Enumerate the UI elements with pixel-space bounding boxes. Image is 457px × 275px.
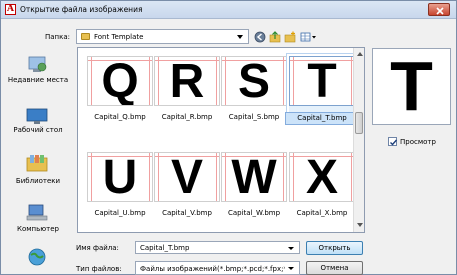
- file-thumbnail: S: [221, 56, 287, 106]
- file-thumbnail: T: [289, 56, 355, 106]
- network-icon: [28, 248, 46, 266]
- file-list[interactable]: Q Capital_Q.bmp R Capital_R.bmp S Capita…: [77, 47, 365, 233]
- places-bar: Недавние места Рабочий стол Библиотеки К…: [5, 48, 71, 270]
- computer-icon: [26, 204, 48, 221]
- up-folder-icon[interactable]: [269, 31, 281, 43]
- file-tile[interactable]: W Capital_W.bmp: [221, 152, 287, 218]
- close-button[interactable]: [428, 3, 450, 16]
- thumbnail-letter: V: [170, 152, 203, 202]
- open-button[interactable]: Открыть: [306, 241, 363, 255]
- file-name: Capital_U.bmp: [94, 209, 146, 217]
- file-tile[interactable]: V Capital_V.bmp: [154, 152, 220, 218]
- filename-label: Имя файла:: [76, 244, 119, 252]
- thumbnail-letter: S: [237, 56, 270, 106]
- folder-icon: [81, 33, 90, 40]
- filetype-dropdown[interactable]: Файлы изображений(*.bmp;*.pcd;*.fpx;*.ti…: [135, 261, 300, 275]
- filetype-label: Тип файлов:: [76, 265, 122, 273]
- thumbnail-letter: Q: [101, 56, 139, 106]
- file-tile-selected[interactable]: T Capital_T.bmp: [285, 53, 359, 125]
- filetype-value: Файлы изображений(*.bmp;*.pcd;*.fpx;*.ti…: [140, 265, 285, 273]
- place-label-computer: Компьютер: [17, 225, 59, 233]
- checkmark-icon: [390, 139, 398, 146]
- file-tile[interactable]: R Capital_R.bmp: [154, 56, 220, 122]
- folder-label: Папка:: [45, 33, 71, 41]
- thumbnail-letter: U: [102, 152, 138, 202]
- filename-input[interactable]: Capital_T.bmp: [135, 241, 300, 254]
- file-thumbnail: Q: [87, 56, 153, 106]
- file-tile[interactable]: S Capital_S.bmp: [221, 56, 287, 122]
- thumbnail-letter: R: [169, 56, 205, 106]
- file-thumbnail: V: [154, 152, 220, 202]
- file-tile[interactable]: U Capital_U.bmp: [87, 152, 153, 218]
- file-thumbnail: W: [221, 152, 287, 202]
- filename-value: Capital_T.bmp: [140, 244, 190, 252]
- title-bar: A Открытие файла изображения: [1, 1, 456, 19]
- file-name: Capital_S.bmp: [228, 113, 280, 121]
- file-name: Capital_W.bmp: [227, 209, 281, 217]
- thumbnail-letter: W: [231, 152, 277, 202]
- chevron-down-icon: [288, 267, 294, 270]
- file-tile[interactable]: X Capital_X.bmp: [289, 152, 355, 218]
- file-tile[interactable]: Q Capital_Q.bmp: [87, 56, 153, 122]
- file-name: Capital_T.bmp: [285, 112, 359, 125]
- preview-checkbox-label: Просмотр: [400, 138, 436, 146]
- file-name: Capital_X.bmp: [296, 209, 348, 217]
- file-thumbnail: U: [87, 152, 153, 202]
- thumbnail-letter: X: [305, 152, 338, 202]
- scroll-down-icon[interactable]: [357, 223, 363, 227]
- thumbnail-letter: T: [307, 56, 337, 106]
- file-thumbnail: R: [154, 56, 220, 106]
- chevron-down-icon[interactable]: [288, 247, 294, 250]
- views-menu-icon[interactable]: [300, 31, 318, 43]
- app-icon: A: [5, 4, 16, 15]
- preview-checkbox[interactable]: [388, 137, 398, 146]
- scrollbar-thumb[interactable]: [355, 112, 363, 134]
- file-name: Capital_Q.bmp: [94, 113, 146, 121]
- back-icon[interactable]: [254, 31, 266, 43]
- scroll-up-icon[interactable]: [357, 52, 363, 56]
- open-image-dialog: A Открытие файла изображения Папка: Font…: [0, 0, 457, 275]
- vertical-scrollbar[interactable]: [353, 48, 364, 232]
- close-icon: [436, 7, 444, 15]
- place-label-recent: Недавние места: [7, 76, 69, 84]
- cancel-button[interactable]: Отмена: [306, 261, 363, 275]
- place-label-libraries: Библиотеки: [15, 177, 61, 185]
- new-folder-icon[interactable]: [284, 31, 296, 43]
- desktop-icon: [26, 108, 48, 124]
- preview-pane: T: [372, 48, 451, 125]
- preview-image: T: [390, 47, 433, 125]
- place-label-desktop: Рабочий стол: [13, 126, 63, 134]
- file-thumbnail: X: [289, 152, 355, 202]
- chevron-down-icon: [237, 35, 243, 39]
- window-title: Открытие файла изображения: [20, 5, 143, 14]
- folder-dropdown[interactable]: Font Template: [76, 29, 249, 44]
- libraries-icon: [26, 155, 48, 172]
- file-name: Capital_V.bmp: [162, 209, 212, 217]
- file-name: Capital_R.bmp: [161, 113, 213, 121]
- recent-places-icon: [28, 56, 47, 72]
- folder-name: Font Template: [94, 33, 144, 41]
